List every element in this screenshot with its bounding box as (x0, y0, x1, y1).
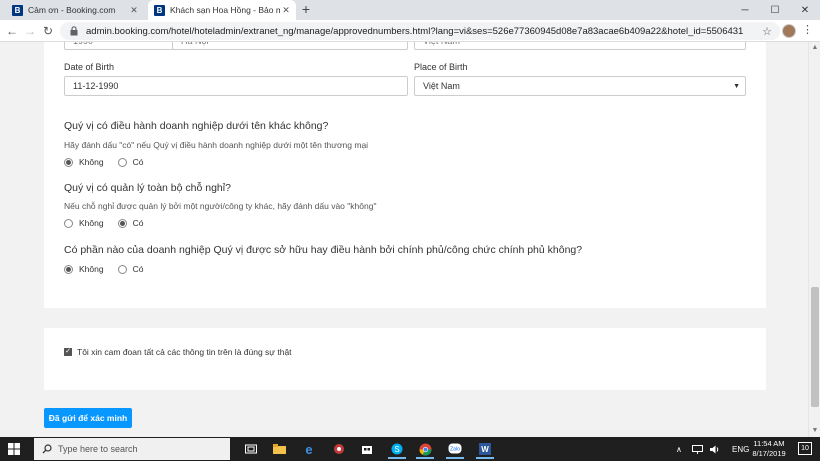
dob-input[interactable]: 11-12-1990 (64, 76, 408, 96)
notification-center-icon[interactable]: 10 (798, 442, 812, 455)
owner-details-card: 1990 Hà Nội Việt Nam Date of Birth 11-12… (44, 42, 766, 308)
bookmark-star-icon[interactable]: ☆ (762, 25, 772, 38)
field-partial-2[interactable]: Hà Nội (172, 42, 408, 50)
forward-arrow-icon[interactable]: → (22, 23, 38, 39)
close-tab-icon[interactable]: ✕ (280, 5, 292, 16)
radio-q1-yes-label: Có (132, 157, 144, 167)
url-text: admin.booking.com/hotel/hoteladmin/extra… (86, 25, 744, 37)
taskbar-search-input[interactable]: Type here to search (34, 438, 230, 460)
window-close-icon[interactable]: ✕ (790, 0, 820, 20)
word-icon[interactable]: W (474, 439, 496, 459)
radio-q3-no-label: Không (79, 264, 104, 274)
svg-text:W: W (481, 445, 489, 454)
store-icon[interactable] (356, 439, 378, 459)
clock-date: 8/17/2019 (752, 449, 786, 458)
windows-start-icon[interactable] (8, 443, 20, 455)
radio-q2-no[interactable] (64, 218, 73, 228)
tab-booking-thanks[interactable]: B Cảm ơn - Booking.com ✕ (6, 0, 144, 20)
minimize-icon[interactable]: ─ (730, 0, 760, 20)
question-manage-property: Quý vị có quản lý toàn bộ chỗ nghỉ? (64, 182, 231, 194)
reload-icon[interactable]: ↻ (40, 23, 56, 39)
network-icon[interactable] (692, 437, 703, 461)
radio-q2-yes-label: Có (132, 218, 144, 228)
skype-icon[interactable]: S (386, 439, 408, 459)
radio-q1-yes[interactable] (117, 157, 127, 167)
declaration-row: ✓ Tôi xin cam đoan tất cả các thông tin … (64, 347, 292, 357)
radio-q3-yes[interactable] (117, 264, 127, 274)
clock-time: 11:54 AM (753, 439, 785, 448)
declaration-checkbox[interactable]: ✓ (64, 348, 72, 356)
declaration-text: Tôi xin cam đoan tất cả các thông tin tr… (77, 347, 292, 357)
radio-q1-no-label: Không (79, 157, 104, 167)
chrome-icon[interactable] (414, 439, 436, 459)
question-other-name: Quý vị có điều hành doanh nghiệp dưới tê… (64, 120, 329, 132)
menu-dots-icon[interactable]: ⋮ (802, 23, 813, 36)
radio-q1-no[interactable] (64, 157, 73, 167)
close-tab-icon[interactable]: ✕ (128, 5, 140, 16)
app-icon-red[interactable] (328, 439, 350, 459)
tray-chevron-icon[interactable]: ∧ (676, 437, 682, 461)
radio-q2-no-label: Không (79, 218, 104, 228)
tab-title: Khách sạn Hoa Hồng - Bảo mật (170, 5, 280, 15)
question-government-owned: Có phần nào của doanh nghiệp Quý vị được… (64, 244, 583, 256)
file-explorer-icon[interactable] (268, 439, 290, 459)
tab-title: Cảm ơn - Booking.com (28, 5, 116, 15)
svg-text:Zalo: Zalo (450, 447, 460, 453)
field-partial-3[interactable]: Việt Nam (414, 42, 746, 50)
taskbar-search-placeholder: Type here to search (58, 444, 138, 454)
radio-group-government-owned: Không Có (64, 264, 157, 274)
profile-avatar[interactable] (782, 24, 796, 38)
booking-favicon-icon: B (154, 4, 165, 16)
chevron-down-icon: ▼ (733, 83, 740, 90)
volume-icon[interactable] (710, 437, 721, 461)
hint-manage-property: Nếu chỗ nghỉ được quản lý bởi một người/… (64, 201, 377, 211)
radio-q2-yes[interactable] (117, 218, 127, 228)
scroll-thumb[interactable] (811, 287, 819, 407)
submit-verification-button[interactable]: Đã gửi để xác minh (44, 408, 132, 428)
page-viewport: 1990 Hà Nội Việt Nam Date of Birth 11-12… (0, 42, 808, 437)
svg-text:S: S (394, 445, 399, 454)
zalo-icon[interactable]: Zalo (444, 439, 466, 459)
address-bar[interactable]: admin.booking.com/hotel/hoteladmin/extra… (60, 22, 780, 40)
tab-hotel-security[interactable]: B Khách sạn Hoa Hồng - Bảo mật ✕ (148, 0, 296, 20)
page-scrollbar[interactable]: ▲ ▼ (808, 42, 820, 437)
edge-browser-icon[interactable]: e (298, 439, 320, 459)
pob-selected-value: Việt Nam (423, 81, 460, 91)
radio-group-manage-property: Không Có (64, 218, 157, 228)
declaration-card: ✓ Tôi xin cam đoan tất cả các thông tin … (44, 328, 766, 390)
browser-toolbar: ← → ↻ admin.booking.com/hotel/hoteladmin… (0, 20, 820, 42)
dob-label: Date of Birth (64, 62, 115, 72)
windows-taskbar: Type here to search e S Zalo W ∧ ENG 11:… (0, 437, 820, 461)
lock-icon (68, 26, 80, 36)
taskbar-clock[interactable]: 11:54 AM 8/17/2019 (744, 439, 794, 459)
back-arrow-icon[interactable]: ← (4, 23, 20, 39)
task-view-icon[interactable] (240, 439, 262, 459)
maximize-icon[interactable]: ☐ (760, 0, 790, 20)
radio-group-other-name: Không Có (64, 157, 157, 167)
search-icon (40, 444, 54, 454)
new-tab-icon[interactable]: + (298, 1, 314, 17)
pob-label: Place of Birth (414, 62, 468, 72)
booking-favicon-icon: B (12, 4, 23, 16)
tab-bar: B Cảm ơn - Booking.com ✕ B Khách sạn Hoa… (0, 0, 820, 20)
pob-select[interactable]: Việt Nam ▼ (414, 76, 746, 96)
radio-q3-no[interactable] (64, 264, 73, 274)
radio-q3-yes-label: Có (132, 264, 144, 274)
scroll-down-icon[interactable]: ▼ (809, 425, 820, 437)
hint-other-name: Hãy đánh dấu "có" nếu Quý vị điều hành d… (64, 140, 369, 150)
scroll-up-icon[interactable]: ▲ (809, 42, 820, 54)
